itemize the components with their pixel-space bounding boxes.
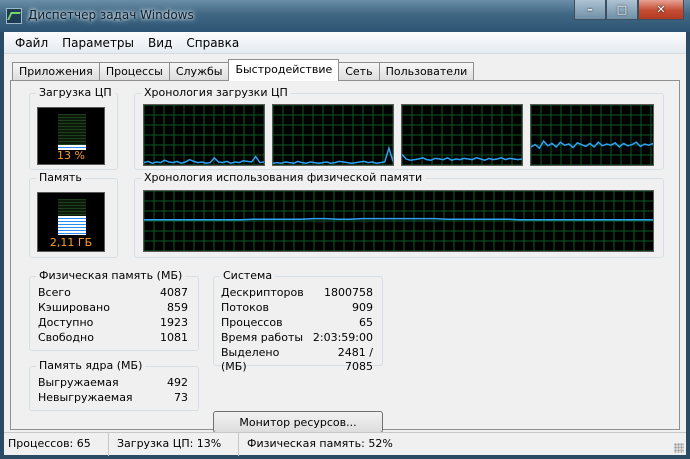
cpu-history-label: Хронология загрузки ЦП bbox=[141, 86, 291, 99]
menu-options[interactable]: Параметры bbox=[55, 32, 141, 53]
performance-panel: Загрузка ЦП 13 % Хронология загрузки ЦП … bbox=[10, 80, 680, 433]
menu-view[interactable]: Вид bbox=[141, 32, 179, 53]
memory-label: Память bbox=[36, 171, 85, 184]
tab-networking[interactable]: Сеть bbox=[338, 62, 380, 81]
stat-value: 859 bbox=[167, 301, 188, 314]
stat-row: Доступно 1923 bbox=[38, 316, 188, 330]
resource-monitor-button[interactable]: Монитор ресурсов... bbox=[213, 411, 383, 433]
tab-performance[interactable]: Быстродействие bbox=[228, 59, 340, 81]
stat-value: 4087 bbox=[160, 286, 188, 299]
cpu-history-graph-3 bbox=[401, 104, 523, 166]
stat-name: Кэшировано bbox=[38, 301, 110, 314]
window-title: Диспетчер задач Windows bbox=[28, 8, 194, 22]
system-label: Система bbox=[220, 269, 276, 282]
cpu-history-group: Хронология загрузки ЦП bbox=[134, 86, 664, 170]
stat-row: Процессов 65 bbox=[221, 316, 373, 330]
stat-name: Свободно bbox=[38, 331, 94, 344]
memory-history-graph bbox=[143, 190, 654, 252]
menu-file[interactable]: Файл bbox=[8, 32, 55, 53]
memory-history-line bbox=[144, 217, 653, 221]
status-bar: Процессов: 65 Загрузка ЦП: 13% Физическа… bbox=[4, 432, 686, 456]
stat-name: Процессов bbox=[221, 316, 283, 329]
cpu-history-graph-2 bbox=[272, 104, 394, 166]
stat-row: Всего 4087 bbox=[38, 286, 188, 300]
stat-value: 1081 bbox=[160, 331, 188, 344]
stat-name: Выделено (МБ) bbox=[221, 346, 280, 373]
title-bar[interactable]: Диспетчер задач Windows – □ ✕ bbox=[0, 0, 690, 32]
memory-gauge-bar bbox=[58, 199, 86, 235]
tab-strip: Приложения Процессы Службы Быстродействи… bbox=[12, 59, 475, 81]
stat-name: Потоков bbox=[221, 301, 269, 314]
system-group: Система Дескрипторов 1800758 Потоков 909 П… bbox=[213, 269, 383, 373]
cpu-usage-label: Загрузка ЦП bbox=[36, 86, 115, 99]
stat-row: Потоков 909 bbox=[221, 301, 373, 315]
stat-row: Дескрипторов 1800758 bbox=[221, 286, 373, 300]
memory-gauge-fill bbox=[58, 216, 86, 235]
stat-row: Выделено (МБ) 2481 / 7085 bbox=[221, 346, 373, 373]
cpu-history-graph-1 bbox=[143, 104, 265, 166]
memory-history-group: Хронология использования физической памя… bbox=[134, 171, 664, 258]
minimize-button[interactable]: – bbox=[574, 0, 606, 20]
stat-name: Выгружаемая bbox=[38, 376, 119, 389]
cpu-history-graph-4 bbox=[530, 104, 654, 166]
tab-users[interactable]: Пользователи bbox=[378, 62, 475, 81]
physical-memory-label: Физическая память (МБ) bbox=[36, 269, 186, 282]
stat-value: 2:03:59:00 bbox=[312, 331, 373, 344]
stat-value: 2481 / 7085 bbox=[337, 346, 373, 373]
stat-value: 1800758 bbox=[324, 286, 373, 299]
tab-processes[interactable]: Процессы bbox=[98, 62, 170, 81]
window-controls: – □ ✕ bbox=[574, 0, 684, 20]
stat-value: 492 bbox=[167, 376, 188, 389]
memory-gauge: 2,11 ГБ bbox=[37, 192, 105, 252]
physical-memory-group: Физическая память (МБ) Всего 4087 Кэширов… bbox=[29, 269, 199, 351]
cpu-usage-value: 13 % bbox=[57, 149, 85, 162]
tab-services[interactable]: Службы bbox=[168, 62, 230, 81]
kernel-memory-group: Память ядра (МБ) Выгружаемая 492 Невыгруж… bbox=[29, 359, 199, 411]
stat-row: Невыгружаемая 73 bbox=[38, 391, 188, 405]
status-memory: Физическая память: 52% bbox=[247, 437, 393, 450]
stat-name: Доступно bbox=[38, 316, 94, 329]
memory-history-label: Хронология использования физической памя… bbox=[141, 171, 426, 184]
close-button[interactable]: ✕ bbox=[638, 0, 684, 20]
cpu-gauge-bar bbox=[58, 114, 86, 150]
stat-value: 73 bbox=[174, 391, 188, 404]
memory-group: Память 2,11 ГБ bbox=[29, 171, 118, 258]
stat-value: 909 bbox=[352, 301, 373, 314]
stat-row: Время работы 2:03:59:00 bbox=[221, 331, 373, 345]
stat-row: Свободно 1081 bbox=[38, 331, 188, 345]
window-client: Файл Параметры Вид Справка Приложения Пр… bbox=[4, 32, 686, 456]
stat-name: Всего bbox=[38, 286, 71, 299]
cpu-usage-gauge: 13 % bbox=[37, 107, 105, 165]
stat-row: Кэшировано 859 bbox=[38, 301, 188, 315]
memory-usage-value: 2,11 ГБ bbox=[49, 236, 93, 249]
status-cpu: Загрузка ЦП: 13% bbox=[109, 433, 239, 456]
status-processes: Процессов: 65 bbox=[4, 433, 109, 456]
stat-name: Невыгружаемая bbox=[38, 391, 133, 404]
stat-name: Дескрипторов bbox=[221, 286, 304, 299]
cpu-usage-group: Загрузка ЦП 13 % bbox=[29, 86, 118, 170]
stat-value: 1923 bbox=[160, 316, 188, 329]
menu-help[interactable]: Справка bbox=[179, 32, 246, 53]
stat-row: Выгружаемая 492 bbox=[38, 376, 188, 390]
menu-bar: Файл Параметры Вид Справка bbox=[4, 32, 686, 54]
task-manager-icon bbox=[6, 8, 22, 24]
stat-name: Время работы bbox=[221, 331, 304, 344]
maximize-button[interactable]: □ bbox=[606, 0, 638, 20]
kernel-memory-label: Память ядра (МБ) bbox=[36, 359, 146, 372]
stat-value: 65 bbox=[359, 316, 373, 329]
resize-grip[interactable] bbox=[674, 443, 684, 453]
tab-applications[interactable]: Приложения bbox=[12, 62, 100, 81]
